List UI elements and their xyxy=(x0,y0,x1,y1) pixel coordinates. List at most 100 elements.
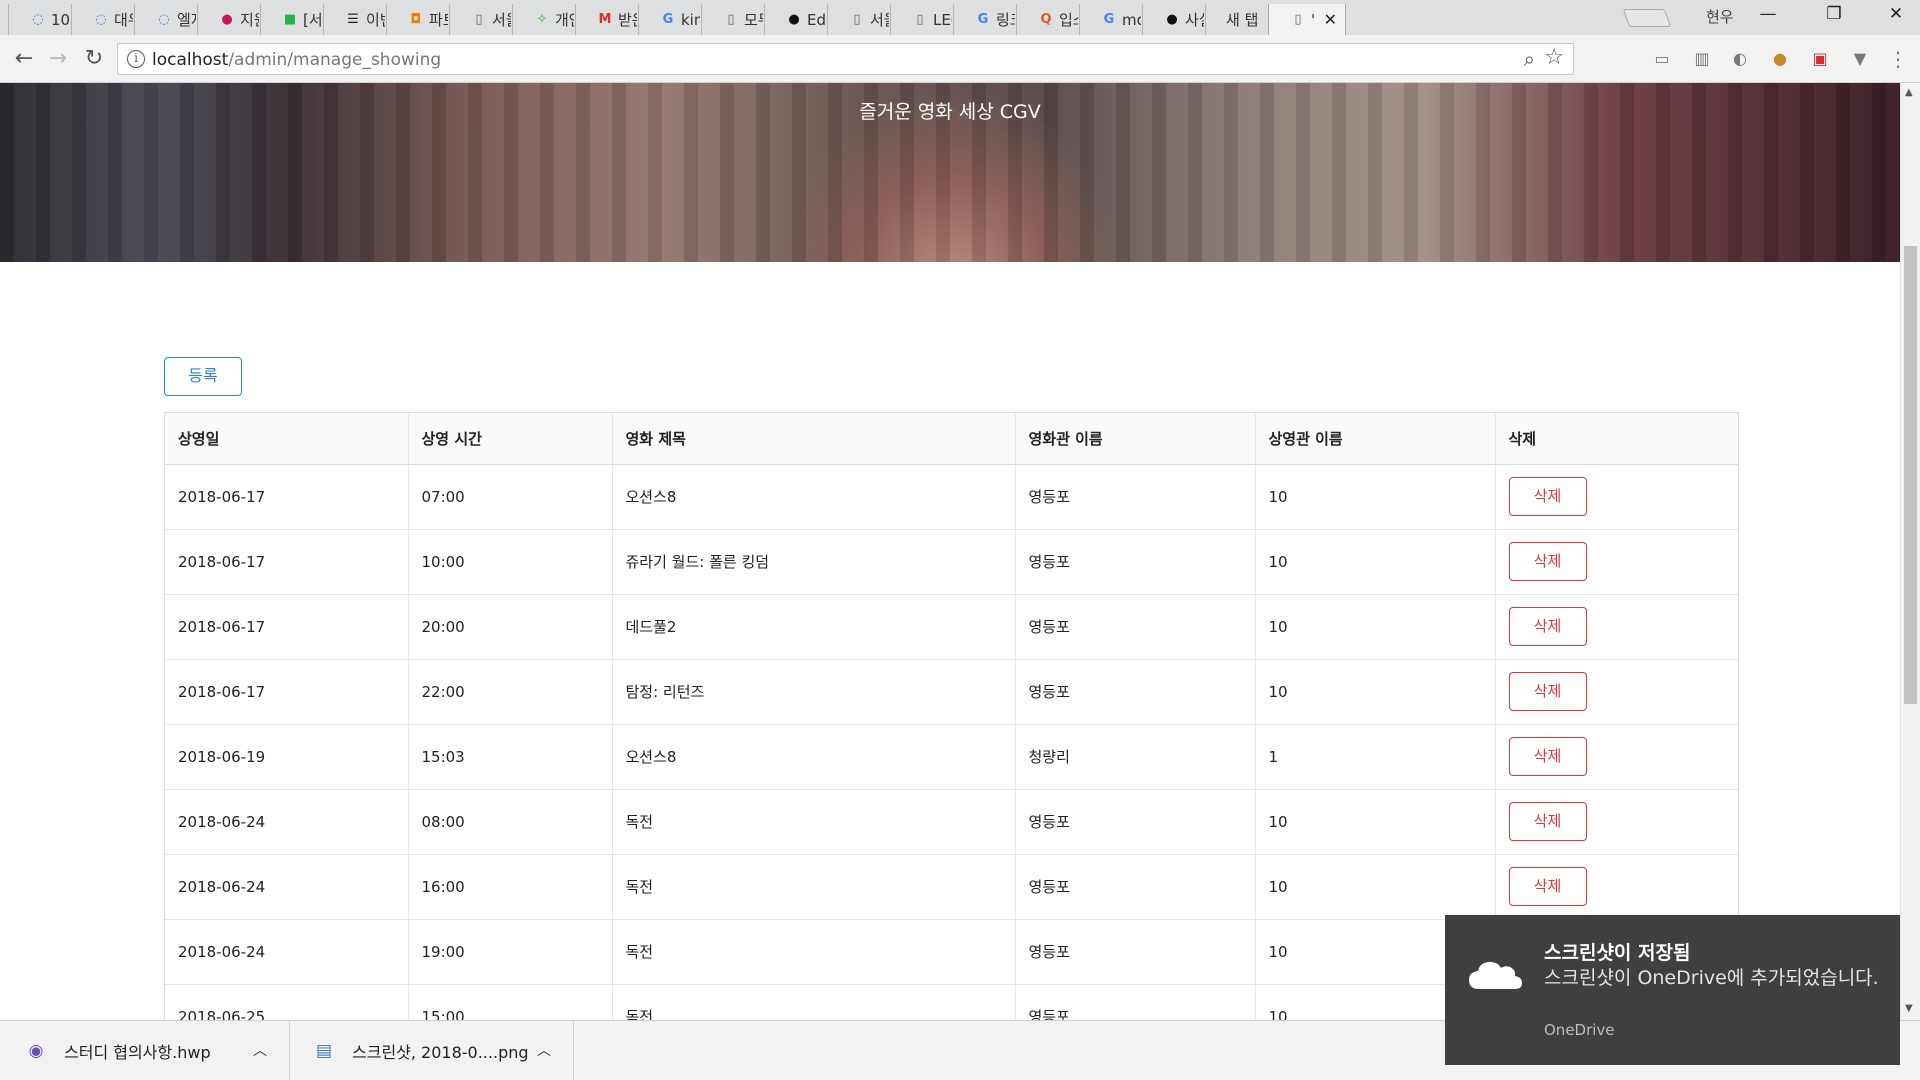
cell-movie: 독전 xyxy=(612,984,1016,1020)
tab[interactable]: ◌ 엘지 xyxy=(134,4,196,35)
notification-title: 스크린샷이 저장됨 xyxy=(1544,942,1691,964)
sync-extension-icon[interactable]: ◐ xyxy=(1727,46,1753,72)
tab[interactable]: ◘ 파트 xyxy=(386,4,448,35)
tab[interactable]: ▯ LEC xyxy=(890,4,952,35)
scroll-down-arrow-icon[interactable]: ▼ xyxy=(1905,1003,1913,1014)
tab-active[interactable]: ▯ ' ✕ xyxy=(1268,4,1346,35)
delete-button[interactable]: 삭제 xyxy=(1508,672,1587,711)
url-path: /admin/manage_showing xyxy=(228,50,442,70)
delete-button[interactable]: 삭제 xyxy=(1508,737,1587,776)
page-scrollbar[interactable]: ▲ ▼ xyxy=(1900,83,1920,1020)
cloud-icon xyxy=(1469,962,1522,989)
delete-button[interactable]: 삭제 xyxy=(1508,607,1587,646)
scrollbar-thumb[interactable] xyxy=(1904,246,1917,704)
table-row: 2018-06-24 16:00 독전 영등포 10 삭제 xyxy=(165,854,1738,920)
cell-date: 2018-06-24 xyxy=(165,919,409,985)
register-button[interactable]: 등록 xyxy=(164,357,242,396)
google-icon: G xyxy=(977,11,989,27)
delete-button[interactable]: 삭제 xyxy=(1508,802,1587,841)
tab[interactable]: ◌ 대우 xyxy=(71,4,133,35)
reload-icon[interactable]: ↻ xyxy=(80,45,108,73)
cell-date: 2018-06-17 xyxy=(165,594,409,660)
tab[interactable]: Gmd xyxy=(1079,4,1141,35)
chevron-up-icon[interactable]: ︿ xyxy=(253,1040,267,1060)
download-item[interactable]: ◉ 스터디 협의사항.hwp ︿ xyxy=(0,1021,290,1080)
profile-name[interactable]: 현우 xyxy=(1706,6,1734,27)
page-viewport: 즐거운 영화 세상 CGV 등록 상영일 상영 시간 영화 제목 영화관 이름 … xyxy=(0,83,1900,1020)
tab[interactable]: ▯ 모두 xyxy=(701,4,763,35)
tab[interactable]: 새 탭 xyxy=(1205,4,1267,35)
table-row: 2018-06-17 20:00 데드풀2 영등포 10 삭제 xyxy=(165,594,1738,660)
tab[interactable]: ☰ 이번 xyxy=(323,4,385,35)
tab-label: 지원 xyxy=(240,11,259,29)
cell-delete: 삭제 xyxy=(1495,594,1738,660)
bookmark-star-icon[interactable]: ☆ xyxy=(1544,45,1564,70)
scroll-up-arrow-icon[interactable]: ▲ xyxy=(1905,87,1913,98)
delete-button[interactable]: 삭제 xyxy=(1508,542,1587,581)
tab[interactable]: ◌ 100 xyxy=(8,4,70,35)
onedrive-notification[interactable]: 스크린샷이 저장됨 스크린샷이 OneDrive에 추가되었습니다. OneDr… xyxy=(1445,915,1900,1065)
cell-date: 2018-06-24 xyxy=(165,854,409,920)
cell-time: 22:00 xyxy=(408,659,613,725)
cell-movie: 독전 xyxy=(612,919,1016,985)
cell-time: 16:00 xyxy=(408,854,613,920)
cell-time: 07:00 xyxy=(408,464,613,530)
tab[interactable]: Q 입소 xyxy=(1016,4,1078,35)
cell-delete: 삭제 xyxy=(1495,529,1738,595)
cell-date: 2018-06-25 xyxy=(165,984,409,1020)
video-extension-icon[interactable]: ▣ xyxy=(1807,46,1833,72)
minimize-icon[interactable]: — xyxy=(1748,4,1788,24)
zoom-icon[interactable]: ⌕ xyxy=(1524,47,1535,71)
restore-icon[interactable]: ❐ xyxy=(1814,4,1854,24)
pink-circle-icon: ● xyxy=(221,11,233,27)
address-bar[interactable]: i localhost/admin/manage_showing ⌕ ☆ xyxy=(117,43,1574,75)
tab[interactable]: ✧ 개인 xyxy=(512,4,574,35)
cell-delete: 삭제 xyxy=(1495,854,1738,920)
menu-dots-icon[interactable]: ⋮ xyxy=(1885,46,1911,72)
delete-button[interactable]: 삭제 xyxy=(1508,477,1587,516)
browser-toolbar: ← → ↻ i localhost/admin/manage_showing ⌕… xyxy=(0,35,1920,83)
tab[interactable]: Gkim xyxy=(638,4,700,35)
forward-arrow-icon[interactable]: → xyxy=(44,45,72,73)
tab[interactable]: ● 사실 xyxy=(1142,4,1204,35)
cell-theater: 영등포 xyxy=(1015,464,1256,530)
delete-button[interactable]: 삭제 xyxy=(1508,867,1587,906)
tab[interactable]: ▯ 서울 xyxy=(449,4,511,35)
tab-close-icon[interactable]: ✕ xyxy=(1324,10,1337,29)
window-close-icon[interactable]: ✕ xyxy=(1876,4,1916,24)
tab[interactable]: ▯ 서울 xyxy=(827,4,889,35)
tab-label: 받은 xyxy=(618,11,637,29)
new-tab-button[interactable] xyxy=(1622,9,1672,27)
cell-movie: 오션스8 xyxy=(612,724,1016,790)
tab-label: 입소 xyxy=(1059,11,1078,29)
site-info-icon[interactable]: i xyxy=(127,50,145,68)
chevron-up-icon[interactable]: ︿ xyxy=(537,1040,551,1060)
cell-screen: 1 xyxy=(1255,724,1496,790)
tab[interactable]: G 링크 xyxy=(953,4,1015,35)
tab[interactable]: M 받은 xyxy=(575,4,637,35)
book-extension-icon[interactable]: ▥ xyxy=(1689,46,1715,72)
tab[interactable]: ■ [서울 xyxy=(260,4,322,35)
tab-label: 새 탭 xyxy=(1226,11,1259,29)
browser-window: 현우 — ❐ ✕ ◌ 100 ◌ 대우 ◌ 엘지 ● 지원 ■ [서울 ☰ 이번 ◘ 파트 ▯ 서울 ✧ 개인 M받… xyxy=(0,0,1920,1080)
column-header-movie: 영화 제목 xyxy=(612,413,1016,465)
cell-theater: 영등포 xyxy=(1015,594,1256,660)
vue-extension-icon[interactable]: ▼ xyxy=(1847,46,1873,72)
download-filename: 스크린샷, 2018-0....png xyxy=(352,1043,529,1062)
tab[interactable]: ● 지원 xyxy=(197,4,259,35)
back-arrow-icon[interactable]: ← xyxy=(10,45,38,73)
cell-time: 20:00 xyxy=(408,594,613,660)
cookie-extension-icon[interactable]: ● xyxy=(1767,46,1793,72)
url-text[interactable]: localhost/admin/manage_showing xyxy=(152,50,441,70)
tab-label: 모두 xyxy=(744,11,763,29)
page-icon: ▯ xyxy=(1294,11,1302,27)
tab[interactable]: ● Edit xyxy=(764,4,826,35)
chat-bubble-icon: ◌ xyxy=(32,11,44,27)
download-item[interactable]: ▤ 스크린샷, 2018-0....png ︿ xyxy=(290,1021,574,1080)
tab-label: 링크 xyxy=(996,11,1015,29)
cast-extension-icon[interactable]: ▭ xyxy=(1649,46,1675,72)
cell-theater: 영등포 xyxy=(1015,789,1256,855)
google-icon: G xyxy=(1103,11,1115,27)
page-icon: ▯ xyxy=(916,11,924,27)
page-icon: ▯ xyxy=(727,11,735,27)
